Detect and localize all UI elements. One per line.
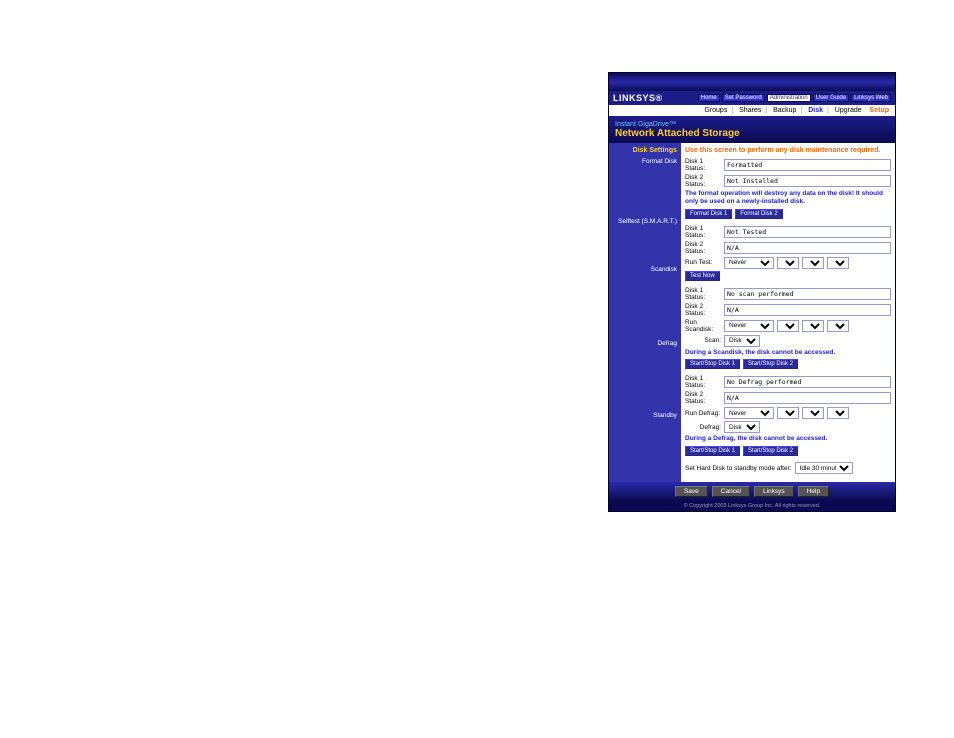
bottom-bar: Save Cancel Linksys Help bbox=[609, 482, 895, 501]
tab-linksys-web[interactable]: Linksys Web bbox=[851, 94, 891, 102]
tab-home[interactable]: Home bbox=[698, 94, 720, 102]
format-disk1-value: Formatted bbox=[724, 159, 891, 171]
defrag-min-select[interactable]: 00 bbox=[802, 407, 824, 419]
subtab-setup[interactable]: Setup bbox=[870, 107, 889, 114]
label-scandisk-disk2: Disk 2 Status: bbox=[685, 303, 721, 317]
selftest-schedule-select[interactable]: Never bbox=[724, 257, 774, 269]
sidebar-selftest: Selftest (S.M.A.R.T.) bbox=[611, 218, 677, 230]
defrag-start-disk1-button[interactable]: Start/Stop Disk 1 bbox=[685, 446, 740, 456]
scandisk-schedule-select[interactable]: Never bbox=[724, 320, 774, 332]
test-now-button[interactable]: Test Now bbox=[685, 271, 720, 281]
defrag-ampm-select[interactable]: am bbox=[827, 407, 849, 419]
sidebar-scandisk: Scandisk bbox=[611, 266, 677, 278]
format-disk2-button[interactable]: Format Disk 2 bbox=[735, 209, 782, 219]
defrag-section: Disk 1 Status: No Defrag performed Disk … bbox=[685, 375, 891, 456]
title-line1: Instant GigaDrive™ bbox=[615, 121, 676, 128]
copyright-text: © Copyright 2003 Linksys Group Inc. All … bbox=[609, 501, 895, 511]
tab-administration[interactable]: Administration bbox=[767, 94, 811, 102]
tab-user-guide[interactable]: User Guide bbox=[813, 94, 849, 102]
label-defrag-target: Defrag: bbox=[685, 424, 721, 431]
label-scandisk-disk1: Disk 1 Status: bbox=[685, 287, 721, 301]
standby-section: Set Hard Disk to standby mode after: Idl… bbox=[685, 462, 891, 474]
selftest-ampm-select[interactable]: am bbox=[827, 257, 849, 269]
label-selftest-disk1: Disk 1 Status: bbox=[685, 225, 721, 239]
selftest-hour-select[interactable]: 12 bbox=[777, 257, 799, 269]
scandisk-section: Disk 1 Status: No scan performed Disk 2 … bbox=[685, 287, 891, 370]
defrag-disk1-value: No Defrag performed bbox=[724, 376, 891, 388]
subtab-disk[interactable]: Disk bbox=[808, 107, 823, 114]
standby-select[interactable]: Idle 30 minutes bbox=[795, 462, 853, 474]
title-bar: Instant GigaDrive™ Network Attached Stor… bbox=[609, 117, 895, 143]
label-defrag-disk1: Disk 1 Status: bbox=[685, 375, 721, 389]
scandisk-start-disk1-button[interactable]: Start/Stop Disk 1 bbox=[685, 359, 740, 369]
cancel-button[interactable]: Cancel bbox=[712, 486, 750, 497]
content-area: Use this screen to perform any disk main… bbox=[681, 143, 895, 482]
scandisk-disk2-value: N/A bbox=[724, 304, 891, 316]
sidebar-format-disk: Format Disk bbox=[611, 158, 677, 170]
tab-set-password[interactable]: Set Password bbox=[722, 94, 765, 102]
scandisk-ampm-select[interactable]: am bbox=[827, 320, 849, 332]
subtab-shares[interactable]: Shares bbox=[739, 107, 761, 114]
linksys-button[interactable]: Linksys bbox=[754, 486, 794, 497]
selftest-min-select[interactable]: 00 bbox=[802, 257, 824, 269]
label-runtest: Run Test: bbox=[685, 259, 721, 266]
label-disk2-status: Disk 2 Status: bbox=[685, 174, 721, 188]
label-scan: Scan: bbox=[685, 337, 721, 344]
scandisk-hour-select[interactable]: 12 bbox=[777, 320, 799, 332]
top-stripe bbox=[609, 73, 895, 91]
format-disk1-button[interactable]: Format Disk 1 bbox=[685, 209, 732, 219]
label-selftest-disk2: Disk 2 Status: bbox=[685, 241, 721, 255]
scandisk-start-disk2-button[interactable]: Start/Stop Disk 2 bbox=[743, 359, 798, 369]
selftest-section: Disk 1 Status: Not Tested Disk 2 Status:… bbox=[685, 225, 891, 281]
sidebar-defrag: Defrag bbox=[611, 340, 677, 352]
format-disk2-value: Not Installed bbox=[724, 175, 891, 187]
brand-logo: LINKSYS® bbox=[613, 93, 663, 103]
subtab-groups[interactable]: Groups bbox=[704, 107, 727, 114]
scandisk-min-select[interactable]: 00 bbox=[802, 320, 824, 332]
label-standby: Set Hard Disk to standby mode after: bbox=[685, 465, 792, 472]
subtab-backup[interactable]: Backup bbox=[773, 107, 796, 114]
scandisk-disk1-value: No scan performed bbox=[724, 288, 891, 300]
defrag-start-disk2-button[interactable]: Start/Stop Disk 2 bbox=[743, 446, 798, 456]
label-runscandisk: Run Scandisk: bbox=[685, 319, 721, 333]
format-section: Disk 1 Status: Formatted Disk 2 Status: … bbox=[685, 158, 891, 219]
scandisk-note: During a Scandisk, the disk cannot be ac… bbox=[685, 349, 891, 357]
label-rundefrag: Run Defrag: bbox=[685, 410, 721, 417]
defrag-disk2-value: N/A bbox=[724, 392, 891, 404]
selftest-disk1-value: Not Tested bbox=[724, 226, 891, 238]
defrag-target-select[interactable]: Disk 1 bbox=[724, 421, 760, 433]
sidebar-header: Disk Settings bbox=[611, 147, 677, 154]
defrag-hour-select[interactable]: 12 bbox=[777, 407, 799, 419]
label-disk1-status: Disk 1 Status: bbox=[685, 158, 721, 172]
sidebar: Disk Settings Format Disk Selftest (S.M.… bbox=[609, 143, 681, 482]
subtab-upgrade[interactable]: Upgrade bbox=[835, 107, 862, 114]
label-defrag-disk2: Disk 2 Status: bbox=[685, 391, 721, 405]
top-nav: LINKSYS® Home Set Password Administratio… bbox=[609, 91, 895, 105]
save-button[interactable]: Save bbox=[675, 486, 708, 497]
sidebar-standby: Standby bbox=[611, 412, 677, 424]
defrag-note: During a Defrag, the disk cannot be acce… bbox=[685, 435, 891, 443]
format-warning: The format operation will destroy any da… bbox=[685, 190, 891, 206]
instruction-text: Use this screen to perform any disk main… bbox=[685, 147, 891, 154]
scandisk-target-select[interactable]: Disk 1 bbox=[724, 335, 760, 347]
admin-panel: LINKSYS® Home Set Password Administratio… bbox=[608, 72, 896, 512]
sub-nav: Groups| Shares| Backup| Disk| Upgrade Se… bbox=[609, 105, 895, 117]
help-button[interactable]: Help bbox=[798, 486, 829, 497]
defrag-schedule-select[interactable]: Never bbox=[724, 407, 774, 419]
selftest-disk2-value: N/A bbox=[724, 242, 891, 254]
title-line2: Network Attached Storage bbox=[615, 128, 889, 139]
